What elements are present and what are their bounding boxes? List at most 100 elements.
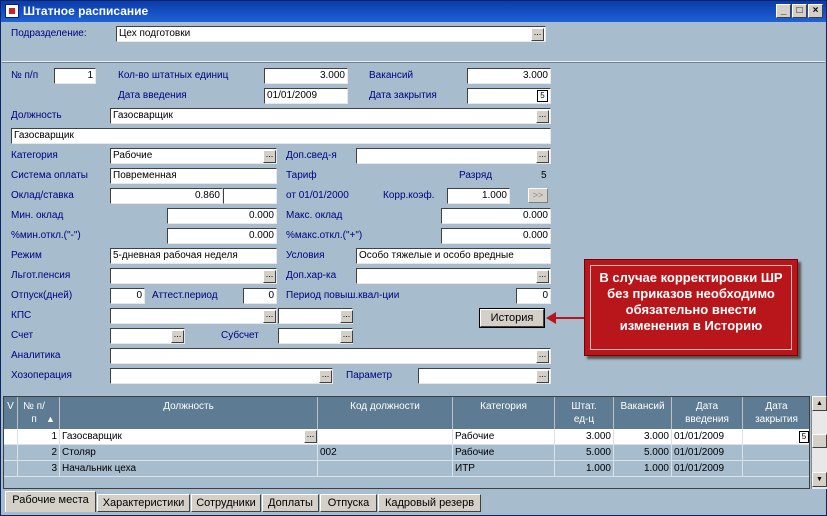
- title-bar[interactable]: Штатное расписание _ □ ×: [1, 1, 826, 22]
- corr-coef-button[interactable]: >>: [528, 188, 548, 203]
- conditions-field[interactable]: Особо тяжелые и особо вредные: [356, 248, 551, 264]
- row-indicator: [4, 461, 18, 477]
- table-row[interactable]: 1 Газосварщик ... Рабочие 3.000 3.000 01…: [4, 429, 809, 445]
- col-header-num[interactable]: № п/п ▲: [18, 397, 60, 429]
- category-select-button[interactable]: ...: [263, 150, 276, 163]
- payment-system-field[interactable]: Повременная: [110, 168, 277, 184]
- pension-select-button[interactable]: ...: [263, 270, 276, 283]
- col-header-position[interactable]: Должность: [60, 397, 318, 429]
- table-row[interactable]: 2 Столяр 002 Рабочие 5.000 5.000 01/01/2…: [4, 445, 809, 461]
- cell-code: [318, 429, 453, 445]
- scroll-down-icon[interactable]: ▼: [812, 472, 827, 487]
- attestation-field[interactable]: 0: [243, 288, 277, 304]
- row-indicator: [4, 429, 18, 445]
- position-label: Должность: [11, 110, 62, 121]
- table-scrollbar[interactable]: ▲ ▼: [811, 396, 827, 489]
- col-header-vacancies[interactable]: Вакансий: [614, 397, 672, 429]
- max-salary-label: Макс. оклад: [286, 210, 343, 221]
- col-header-num-label: № п/п: [23, 401, 45, 425]
- min-salary-label: Мин. оклад: [11, 210, 64, 221]
- bottom-tabs: Рабочие места Характеристики Сотрудники …: [3, 491, 826, 515]
- close-button[interactable]: ×: [808, 4, 823, 18]
- qualification-period-label: Период повыш.квал-ции: [286, 290, 400, 301]
- calendar-icon[interactable]: 5: [537, 90, 548, 102]
- max-salary-field[interactable]: 0.000: [441, 208, 551, 224]
- col-header-intro-date[interactable]: Дата введения: [672, 397, 743, 429]
- maximize-button[interactable]: □: [792, 4, 807, 18]
- salary-extra-field[interactable]: [223, 188, 277, 204]
- position-select-button[interactable]: ...: [536, 110, 549, 123]
- parameter-field[interactable]: [418, 368, 551, 384]
- pension-field[interactable]: [110, 268, 277, 284]
- conditions-label: Условия: [286, 250, 325, 261]
- kps-extra-select-button[interactable]: ...: [340, 310, 353, 323]
- vacancies-label: Вакансий: [369, 70, 414, 81]
- units-field[interactable]: 3.000: [264, 68, 348, 84]
- col-header-units-label: Штат. ед-ц: [571, 401, 597, 425]
- minimize-button[interactable]: _: [776, 4, 791, 18]
- col-header-close-date[interactable]: Дата закрытия: [743, 397, 809, 429]
- analytics-select-button[interactable]: ...: [536, 350, 549, 363]
- scroll-up-icon[interactable]: ▲: [812, 396, 827, 411]
- division-select-button[interactable]: ...: [531, 28, 544, 41]
- vacancies-field[interactable]: 3.000: [467, 68, 551, 84]
- cell-code: 002: [318, 445, 453, 461]
- extra-char-field[interactable]: [356, 268, 551, 284]
- vacation-days-field[interactable]: 0: [110, 288, 145, 304]
- tab-allowances[interactable]: Доплаты: [262, 494, 319, 512]
- position-full-name-field[interactable]: Газосварщик: [11, 128, 551, 144]
- intro-date-field[interactable]: 01/01/2009: [264, 88, 348, 104]
- min-deviation-field[interactable]: 0.000: [167, 228, 277, 244]
- history-button[interactable]: История: [479, 308, 545, 328]
- qualification-period-field[interactable]: 0: [516, 288, 551, 304]
- salary-label: Оклад/ставка: [11, 190, 74, 201]
- extra-info-label: Доп.свед-я: [286, 150, 337, 161]
- tab-vacations[interactable]: Отпуска: [320, 494, 377, 512]
- cell-position: Начальник цеха: [60, 461, 318, 477]
- extra-char-select-button[interactable]: ...: [536, 270, 549, 283]
- salary-field[interactable]: 0.860: [110, 188, 223, 204]
- cell-intro-date: 01/01/2009: [672, 445, 743, 461]
- num-field[interactable]: 1: [54, 68, 96, 84]
- category-field[interactable]: Рабочие: [110, 148, 277, 164]
- kps-select-button[interactable]: ...: [263, 310, 276, 323]
- calendar-icon[interactable]: 5: [799, 431, 809, 443]
- cell-position-select-button[interactable]: ...: [304, 430, 317, 443]
- cell-position[interactable]: Газосварщик: [60, 429, 318, 445]
- extra-info-select-button[interactable]: ...: [536, 150, 549, 163]
- parameter-label: Параметр: [346, 370, 393, 381]
- tab-workplaces[interactable]: Рабочие места: [5, 491, 96, 512]
- division-field[interactable]: Цех подготовки: [116, 26, 546, 42]
- max-deviation-label: %макс.откл.("+"): [286, 230, 363, 241]
- tab-employees[interactable]: Сотрудники: [191, 494, 261, 512]
- annotation-callout: В случае корректировки ШР без приказов н…: [584, 259, 798, 356]
- col-header-code[interactable]: Код должности: [318, 397, 453, 429]
- table-row[interactable]: 3 Начальник цеха ИТР 1.000 1.000 01/01/2…: [4, 461, 809, 477]
- kps-field[interactable]: [110, 308, 277, 324]
- subaccount-select-button[interactable]: ...: [340, 330, 353, 343]
- account-select-button[interactable]: ...: [171, 330, 184, 343]
- min-salary-field[interactable]: 0.000: [167, 208, 277, 224]
- col-header-v[interactable]: V: [4, 397, 18, 429]
- scroll-thumb[interactable]: [812, 434, 827, 448]
- tab-personnel-reserve[interactable]: Кадровый резерв: [378, 494, 481, 512]
- operation-label: Хозоперация: [11, 370, 72, 381]
- parameter-select-button[interactable]: ...: [536, 370, 549, 383]
- col-header-units[interactable]: Штат. ед-ц: [555, 397, 614, 429]
- tab-characteristics[interactable]: Характеристики: [97, 494, 190, 512]
- position-field[interactable]: Газосварщик: [110, 108, 551, 124]
- division-label: Подразделение:: [11, 28, 87, 39]
- cell-num: 1: [18, 429, 60, 445]
- row-indicator: [4, 445, 18, 461]
- extra-info-field[interactable]: [356, 148, 551, 164]
- analytics-field[interactable]: [110, 348, 551, 364]
- operation-select-button[interactable]: ...: [319, 370, 332, 383]
- from-date-label: от 01/01/2000: [286, 190, 349, 201]
- num-label: № п/п: [11, 70, 39, 81]
- account-label: Счет: [11, 330, 34, 341]
- work-mode-field[interactable]: 5-дневная рабочая неделя: [110, 248, 277, 264]
- max-deviation-field[interactable]: 0.000: [441, 228, 551, 244]
- corr-coef-field[interactable]: 1.000: [447, 188, 510, 204]
- col-header-category[interactable]: Категория: [453, 397, 555, 429]
- operation-field[interactable]: [110, 368, 333, 384]
